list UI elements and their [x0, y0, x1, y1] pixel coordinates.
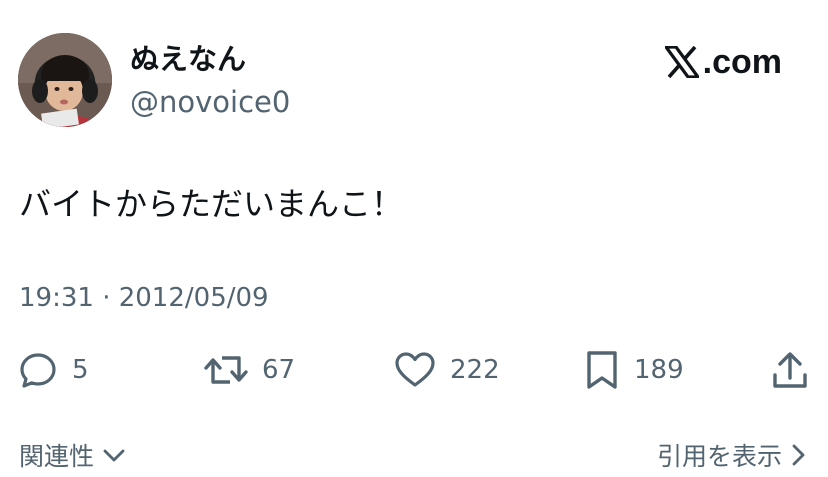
bookmark-icon [587, 351, 617, 389]
tweet-text: バイトからただいまんこ！ [19, 185, 404, 223]
share-icon [773, 352, 807, 388]
bookmark-button[interactable]: 189 [584, 346, 684, 394]
x-logo-icon [664, 46, 699, 78]
view-quotes-label: 引用を表示 [656, 442, 782, 471]
tweet-timestamp[interactable]: 19:31 · 2012/05/09 [19, 280, 269, 316]
repost-button[interactable]: 67 [204, 346, 295, 394]
like-count: 222 [450, 355, 500, 385]
x-domain-suffix: .com [702, 43, 782, 81]
related-label: 関連性 [19, 442, 95, 471]
related-sort-toggle[interactable]: 関連性 [19, 436, 126, 474]
display-name[interactable]: ぬえなん [130, 40, 246, 78]
user-handle[interactable]: @novoice0 [130, 84, 290, 120]
bookmark-count: 189 [634, 355, 684, 385]
chevron-down-icon [103, 449, 125, 462]
like-button[interactable]: 222 [394, 346, 500, 394]
repost-count: 67 [262, 355, 296, 385]
avatar[interactable] [18, 33, 112, 127]
repost-icon [204, 356, 248, 384]
avatar-image [18, 33, 112, 127]
heart-icon [395, 352, 435, 387]
x-brand-link[interactable]: .com [664, 40, 782, 84]
reply-count: 5 [72, 355, 89, 385]
reply-icon [20, 353, 56, 388]
view-quotes-link[interactable]: 引用を表示 [657, 436, 806, 474]
chevron-right-icon [792, 444, 805, 466]
action-bar: 5 67 222 189 [0, 346, 828, 394]
share-button[interactable] [770, 346, 810, 394]
reply-button[interactable]: 5 [18, 346, 89, 394]
